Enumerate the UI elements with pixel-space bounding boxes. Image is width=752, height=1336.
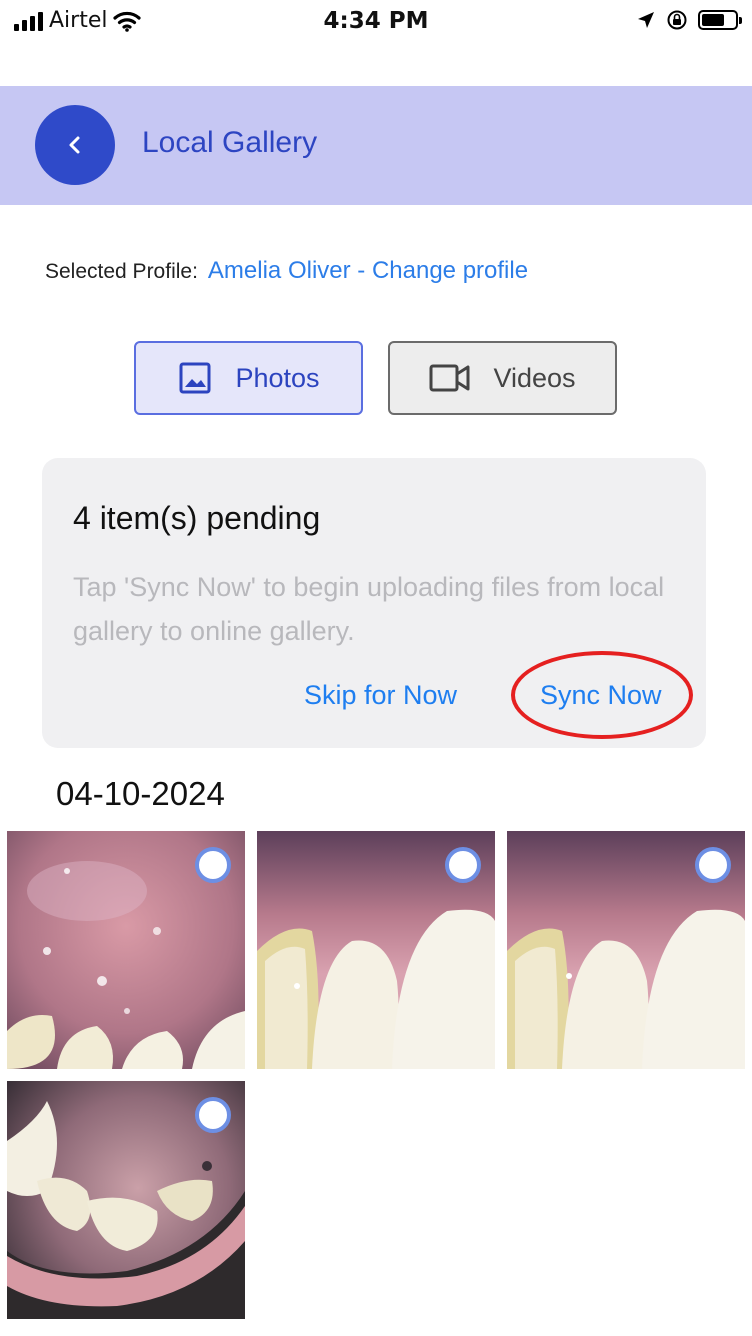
- battery-icon: [698, 10, 742, 30]
- photo-thumbnail[interactable]: [7, 1081, 245, 1319]
- chevron-left-icon: [69, 136, 80, 154]
- video-camera-icon: [429, 364, 470, 392]
- tab-photos-label: Photos: [235, 362, 320, 393]
- pending-count-title: 4 item(s) pending: [73, 500, 321, 536]
- select-circle[interactable]: [695, 847, 731, 883]
- tab-photos[interactable]: Photos: [134, 341, 363, 415]
- select-circle[interactable]: [195, 847, 231, 883]
- page-title: Local Gallery: [142, 126, 318, 159]
- photo-thumbnail[interactable]: [257, 831, 495, 1069]
- tab-videos[interactable]: Videos: [388, 341, 617, 415]
- location-arrow-icon: [638, 12, 654, 28]
- image-icon: [179, 362, 211, 394]
- tab-videos-label: Videos: [493, 362, 576, 393]
- app-header: Local Gallery: [0, 86, 752, 205]
- status-bar: Airtel 4:34 PM: [0, 0, 752, 44]
- sync-now-highlight-circle: [511, 651, 693, 739]
- sync-pending-card: 4 item(s) pending Tap 'Sync Now' to begi…: [42, 458, 706, 748]
- orientation-lock-icon: [667, 10, 687, 30]
- photo-thumbnail[interactable]: [507, 831, 745, 1069]
- selected-profile-row: Selected Profile: Amelia Oliver - Change …: [45, 257, 528, 285]
- select-circle[interactable]: [445, 847, 481, 883]
- sync-description: Tap 'Sync Now' to begin uploading files …: [73, 572, 665, 646]
- selected-profile-label: Selected Profile:: [45, 260, 198, 283]
- gallery-date-heading: 04-10-2024: [56, 775, 225, 812]
- skip-for-now-button[interactable]: Skip for Now: [304, 680, 457, 711]
- change-profile-link[interactable]: Amelia Oliver - Change profile: [208, 257, 528, 284]
- back-button[interactable]: [35, 105, 115, 185]
- select-circle[interactable]: [195, 1097, 231, 1133]
- photo-thumbnail[interactable]: [7, 831, 245, 1069]
